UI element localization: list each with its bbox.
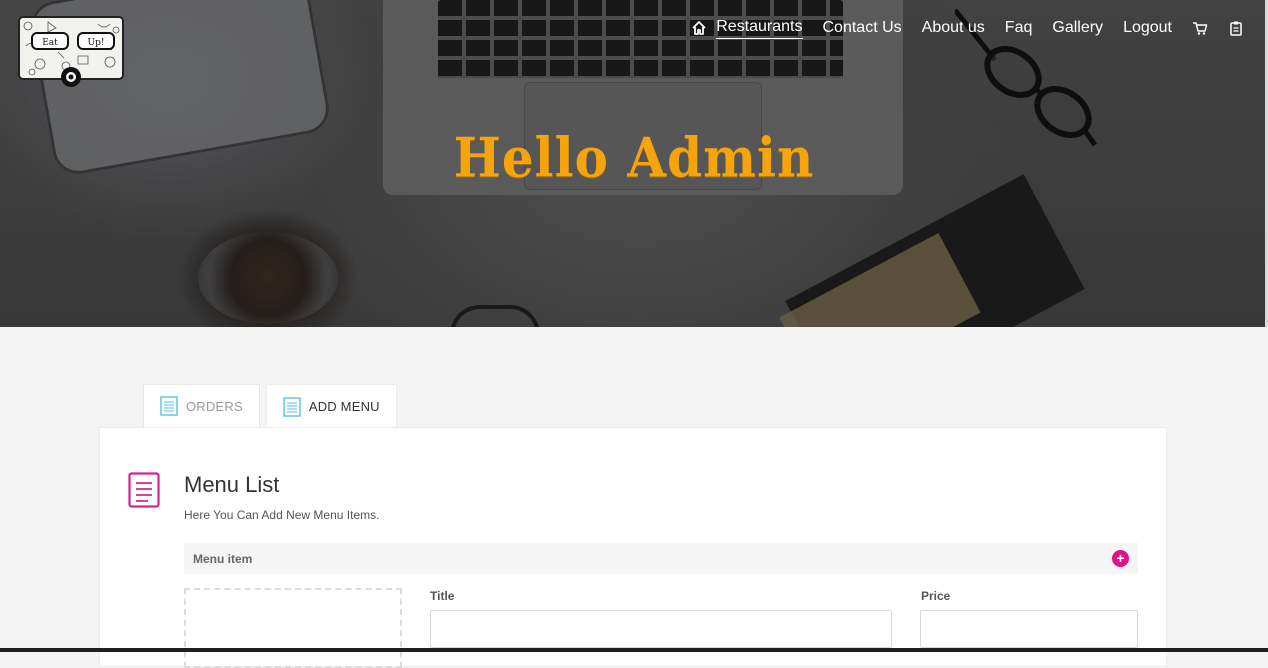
nav-faq[interactable]: Faq xyxy=(1005,18,1033,38)
title-label: Title xyxy=(430,589,455,603)
document-icon xyxy=(283,396,301,417)
window-bottom-edge xyxy=(0,648,1268,652)
nav-gallery[interactable]: Gallery xyxy=(1052,18,1103,38)
document-icon xyxy=(160,396,178,416)
tab-orders-label: ORDERS xyxy=(186,398,243,414)
nav-home-group: Restaurants xyxy=(691,17,803,39)
nav-about-us[interactable]: About us xyxy=(922,18,985,38)
price-input[interactable] xyxy=(920,610,1138,648)
clipboard-icon[interactable] xyxy=(1228,20,1244,36)
cart-icon[interactable] xyxy=(1192,20,1208,36)
logo-left-text: Eat xyxy=(42,38,58,48)
hero-banner: Eat Up! Restaurants Contact Us About us … xyxy=(0,0,1268,327)
price-label: Price xyxy=(921,589,951,603)
nav-restaurants[interactable]: Restaurants xyxy=(716,17,803,39)
home-icon[interactable] xyxy=(691,20,707,36)
image-upload-area[interactable] xyxy=(184,588,402,668)
title-input[interactable] xyxy=(430,610,892,648)
menu-panel: Menu List Here You Can Add New Menu Item… xyxy=(99,427,1167,668)
panel-subtitle: Here You Can Add New Menu Items. xyxy=(184,508,380,522)
menu-list-icon xyxy=(128,472,160,508)
menu-item-label: Menu item xyxy=(193,551,253,566)
nav-contact-us[interactable]: Contact Us xyxy=(823,18,902,38)
hero-title: Hello Admin xyxy=(453,125,815,190)
tab-orders[interactable]: ORDERS xyxy=(143,384,260,427)
tab-bar: ORDERS ADD MENU xyxy=(143,384,397,428)
nav-logout[interactable]: Logout xyxy=(1123,18,1172,38)
tab-add-menu-label: ADD MENU xyxy=(308,399,380,414)
panel-title: Menu List xyxy=(184,472,280,497)
site-logo[interactable]: Eat Up! xyxy=(18,16,130,88)
menu-item-bar: Menu item + xyxy=(184,543,1138,574)
plus-circle-icon[interactable]: + xyxy=(1112,550,1129,567)
main-nav: Restaurants Contact Us About us Faq Gall… xyxy=(691,17,1244,39)
logo-right-text: Up! xyxy=(88,38,105,48)
tab-add-menu[interactable]: ADD MENU xyxy=(265,384,397,428)
